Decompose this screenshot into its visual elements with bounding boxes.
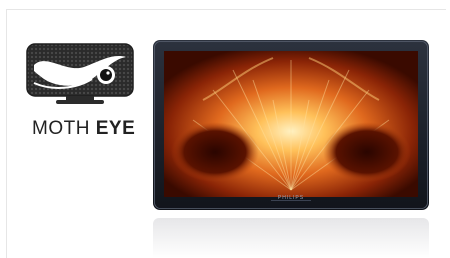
frame-border-left: [6, 9, 7, 258]
moth-right-eye: [323, 122, 411, 182]
monitor-eye-icon: [26, 43, 134, 104]
tv-reflection: [153, 218, 429, 258]
tv-illustration: [153, 40, 429, 210]
brand-name: MOTH EYE: [32, 118, 142, 140]
tv-display: PHILIPS: [153, 40, 429, 216]
frame-border-top: [6, 9, 446, 10]
moth-left-eye: [171, 122, 259, 182]
brand-name-bold: EYE: [95, 118, 136, 139]
brand-name-light: MOTH: [32, 118, 96, 139]
moth-eye-logo: [26, 43, 134, 105]
tv-brand-label: PHILIPS: [277, 195, 305, 201]
